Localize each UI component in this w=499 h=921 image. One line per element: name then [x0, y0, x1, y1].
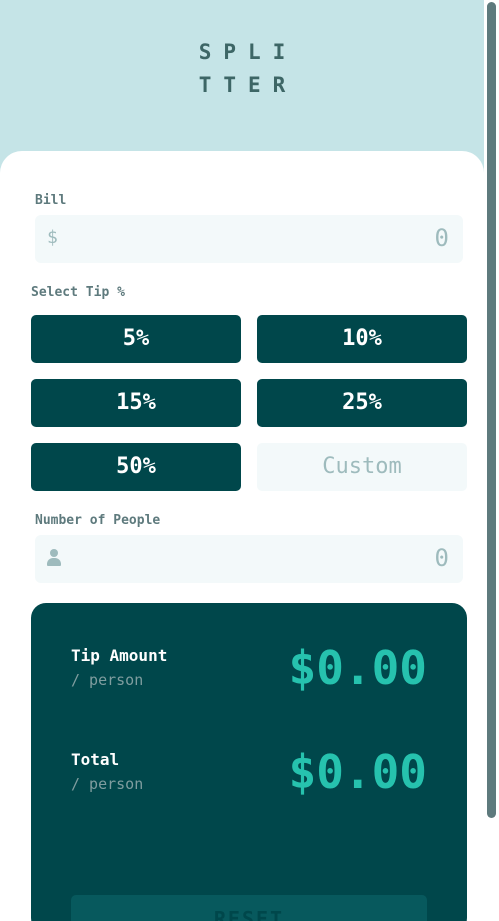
tip-amount-value: $0.00 [288, 641, 427, 695]
bill-label: Bill [35, 193, 67, 208]
custom-tip-input[interactable]: Custom [257, 443, 467, 491]
bill-value: 0 [434, 224, 449, 252]
logo-line-1: SPLI [198, 40, 298, 64]
tip-button-10[interactable]: 10% [257, 315, 467, 363]
logo-line-2: TTER [198, 73, 298, 97]
total-sublabel: / person [71, 775, 144, 793]
results-panel: Tip Amount / person $0.00 Total / person… [31, 603, 467, 921]
tip-amount-sublabel: / person [71, 671, 144, 689]
people-value: 0 [434, 544, 449, 572]
tip-button-50[interactable]: 50% [31, 443, 241, 491]
person-icon [47, 549, 61, 567]
people-label: Number of People [35, 513, 161, 528]
app-logo: SPLI TTER [0, 36, 484, 102]
tip-button-25[interactable]: 25% [257, 379, 467, 427]
dollar-icon: $ [47, 227, 58, 248]
tip-button-15[interactable]: 15% [31, 379, 241, 427]
tip-label: Select Tip % [31, 285, 125, 300]
people-input[interactable]: 0 [35, 535, 463, 583]
scrollbar-thumb[interactable] [487, 2, 496, 818]
total-value: $0.00 [288, 745, 427, 799]
bill-input[interactable]: $ 0 [35, 215, 463, 263]
reset-button[interactable]: RESET [71, 895, 427, 921]
tip-amount-label: Tip Amount [71, 646, 168, 665]
total-label: Total [71, 750, 120, 769]
tip-button-5[interactable]: 5% [31, 315, 241, 363]
